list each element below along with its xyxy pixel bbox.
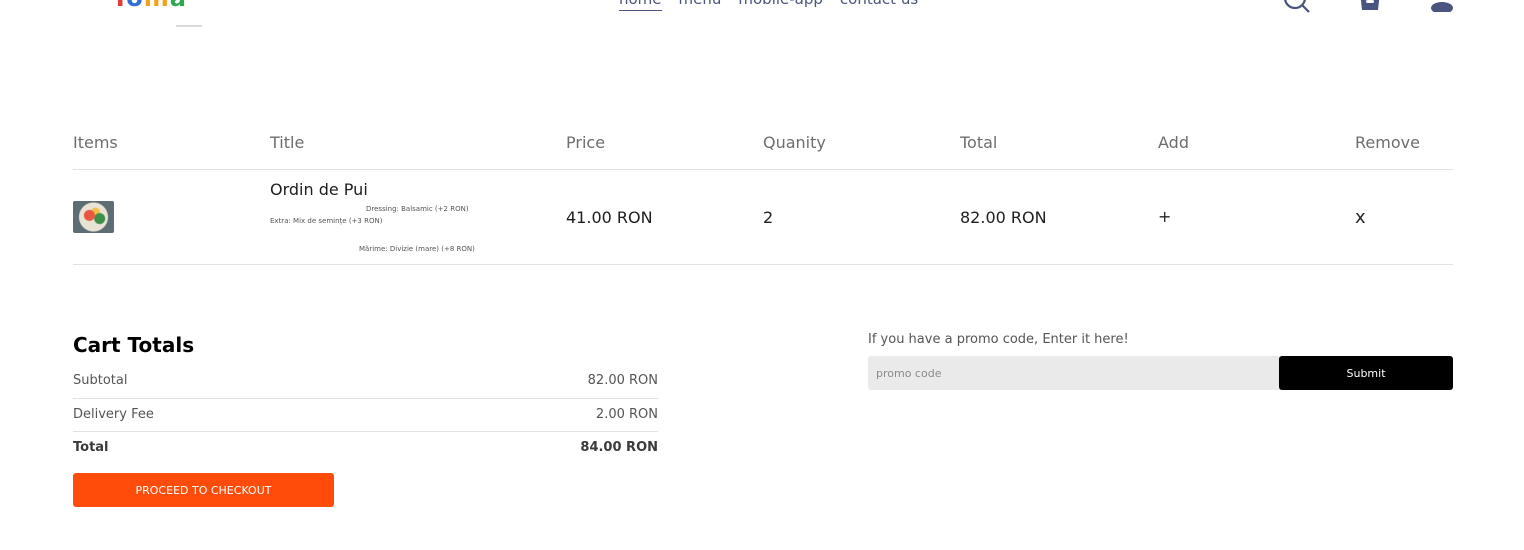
subtotal-value: 82.00 RON xyxy=(587,373,658,388)
totals-divider xyxy=(73,431,658,432)
item-total: 82.00 RON xyxy=(960,208,1047,227)
item-quantity: 2 xyxy=(763,208,774,227)
remove-item-button[interactable]: x xyxy=(1355,207,1366,228)
nav-home[interactable]: home xyxy=(619,0,662,11)
nav-menu[interactable]: menu xyxy=(679,0,722,11)
logo[interactable]: Toma xyxy=(112,0,187,12)
logo-underline xyxy=(176,25,202,27)
delivery-fee-row: Delivery Fee 2.00 RON xyxy=(73,407,658,422)
column-header-total: Total xyxy=(960,133,998,152)
proceed-to-checkout-button[interactable]: PROCEED TO CHECKOUT xyxy=(73,473,334,507)
total-row: Total 84.00 RON xyxy=(73,440,658,455)
item-option-dressing: Dressing: Balsamic (+2 RON) xyxy=(366,205,469,213)
column-header-items: Items xyxy=(73,133,118,152)
subtotal-label: Subtotal xyxy=(73,373,128,388)
nav-contact-us[interactable]: contact us xyxy=(840,0,918,11)
column-header-title: Title xyxy=(270,133,305,152)
table-divider xyxy=(73,264,1453,265)
totals-divider xyxy=(73,398,658,399)
main-nav: home menu mobile-app contact us xyxy=(619,0,918,11)
total-value: 84.00 RON xyxy=(580,440,658,455)
profile-icon[interactable] xyxy=(1430,0,1454,12)
delivery-fee-value: 2.00 RON xyxy=(595,407,658,422)
basket-icon[interactable] xyxy=(1358,0,1382,12)
item-price: 41.00 RON xyxy=(566,208,653,227)
column-header-quantity: Quanity xyxy=(763,133,826,152)
cart-totals-title: Cart Totals xyxy=(73,333,195,357)
search-icon[interactable] xyxy=(1283,0,1311,14)
item-title: Ordin de Pui xyxy=(270,180,368,199)
food-thumbnail xyxy=(73,201,114,233)
logo-letter: o xyxy=(126,0,144,12)
column-header-remove: Remove xyxy=(1355,133,1420,152)
total-label: Total xyxy=(73,440,109,455)
nav-mobile-app[interactable]: mobile-app xyxy=(738,0,823,11)
promo-code-input[interactable] xyxy=(868,356,1279,390)
logo-letter: m xyxy=(144,0,170,12)
item-option-extra: Extra: Mix de semințe (+3 RON) xyxy=(270,217,383,225)
delivery-fee-label: Delivery Fee xyxy=(73,407,154,422)
subtotal-row: Subtotal 82.00 RON xyxy=(73,373,658,388)
table-divider xyxy=(73,169,1453,170)
promo-submit-button[interactable]: Submit xyxy=(1279,356,1453,390)
item-option-size: Mărime: Divizie (mare) (+8 RON) xyxy=(359,245,475,253)
column-header-add: Add xyxy=(1158,133,1189,152)
add-item-button[interactable]: + xyxy=(1158,207,1171,226)
promo-code-label: If you have a promo code, Enter it here! xyxy=(868,332,1129,347)
column-header-price: Price xyxy=(566,133,606,152)
logo-letter: a xyxy=(170,0,187,12)
logo-letter: T xyxy=(112,0,126,12)
